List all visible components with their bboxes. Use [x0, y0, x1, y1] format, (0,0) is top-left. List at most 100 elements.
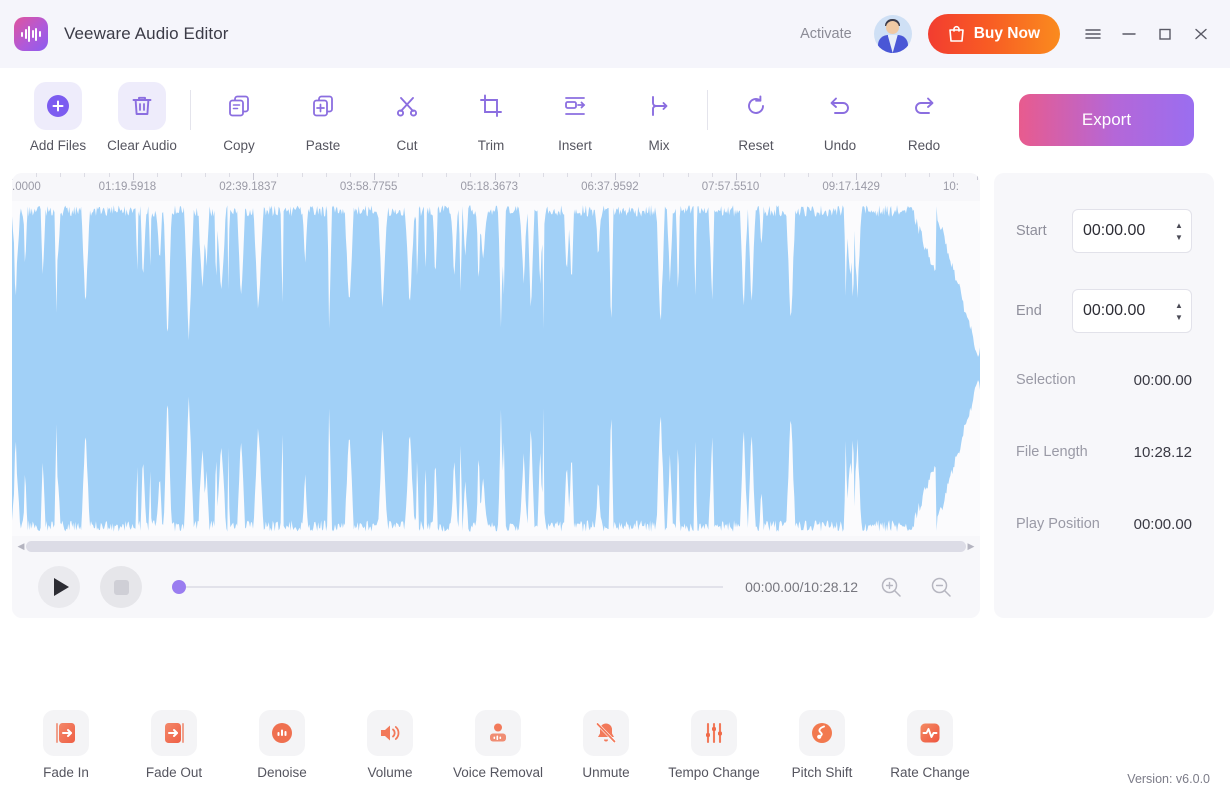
toolbar-item-reset[interactable]: Reset [714, 82, 798, 153]
zoom-out-icon[interactable] [924, 570, 958, 604]
effect-rate-change[interactable]: Rate Change [888, 710, 972, 780]
end-label: End [1016, 303, 1042, 319]
close-icon[interactable] [1186, 19, 1216, 49]
toolbar-item-trim[interactable]: Trim [449, 82, 533, 153]
ruler-tick-minor [808, 173, 810, 177]
buy-now-label: Buy Now [973, 25, 1040, 42]
waveform-scrollbar[interactable]: ◀ ▶ [12, 536, 980, 556]
play-button[interactable] [38, 566, 80, 608]
ruler-tick-minor [904, 173, 906, 177]
version-label: Version: v6.0.0 [1127, 772, 1210, 786]
toolbar-label: Copy [223, 138, 255, 153]
start-input[interactable] [1083, 222, 1175, 240]
ruler-tick-minor [229, 173, 231, 177]
scrollbar-thumb[interactable] [26, 540, 966, 552]
time-display: 00:00.00/10:28.12 [745, 579, 858, 595]
end-decrement-icon[interactable]: ▼ [1175, 313, 1183, 321]
start-increment-icon[interactable]: ▲ [1175, 221, 1183, 229]
toolbar-item-add-files[interactable]: Add Files [16, 82, 100, 153]
zoom-in-icon[interactable] [874, 570, 908, 604]
start-stepper[interactable]: ▲ ▼ [1072, 209, 1192, 253]
scissors-icon [383, 82, 431, 130]
ruler-tick [735, 173, 737, 180]
waveform-canvas[interactable] [12, 201, 980, 536]
hamburger-menu-icon[interactable] [1078, 19, 1108, 49]
activate-link[interactable]: Activate [800, 26, 852, 42]
toolbar-item-paste[interactable]: Paste [281, 82, 365, 153]
seek-handle[interactable] [172, 580, 186, 594]
toolbar-item-mix[interactable]: Mix [617, 82, 701, 153]
effect-label: Unmute [582, 765, 630, 780]
plus-circle-icon [34, 82, 82, 130]
play-position-row: Play Position 00:00.00 [1016, 509, 1192, 539]
shopping-bag-icon [948, 25, 964, 42]
timeline-ruler[interactable]: .0000 01:19.5918 02:39.1837 03:58.7755 05:18… [12, 173, 980, 201]
ruler-tick-minor [784, 173, 785, 177]
effects-bar: Fade In Fade Out Denoise Volume Voice Re… [0, 696, 1230, 800]
effect-volume[interactable]: Volume [348, 710, 432, 780]
ruler-tick-minor [880, 173, 882, 177]
end-increment-icon[interactable]: ▲ [1175, 301, 1183, 309]
file-length-label: File Length [1016, 444, 1088, 460]
effect-tempo-change[interactable]: Tempo Change [668, 710, 760, 780]
stop-button[interactable] [100, 566, 142, 608]
effect-fade-in[interactable]: Fade In [24, 710, 108, 780]
toolbar-item-cut[interactable]: Cut [365, 82, 449, 153]
effect-fade-out[interactable]: Fade Out [132, 710, 216, 780]
toolbar-label: Insert [558, 138, 592, 153]
effect-label: Voice Removal [452, 765, 544, 780]
seek-track [172, 586, 724, 588]
avatar[interactable] [873, 15, 912, 53]
ruler-tick-minor [566, 173, 568, 177]
waveform-logo-icon [14, 17, 48, 51]
scroll-right-arrow-icon[interactable]: ▶ [966, 541, 976, 552]
file-length-value: 10:28.12 [1133, 443, 1192, 461]
ruler-tick [373, 173, 375, 180]
seek-slider[interactable] [172, 580, 724, 594]
effect-denoise[interactable]: Denoise [240, 710, 324, 780]
maximize-icon[interactable] [1150, 19, 1180, 49]
ruler-tick [12, 173, 13, 180]
toolbar-item-clear-audio[interactable]: Clear Audio [100, 82, 184, 153]
toolbar-divider [707, 90, 708, 130]
trash-icon [118, 82, 166, 130]
toolbar-item-undo[interactable]: Undo [798, 82, 882, 153]
properties-panel: Start ▲ ▼ End ▲ ▼ [994, 173, 1214, 618]
reset-icon [732, 82, 780, 130]
minimize-icon[interactable] [1114, 19, 1144, 49]
effect-voice-removal[interactable]: Voice Removal [452, 710, 544, 780]
toolbar-label: Redo [907, 138, 941, 153]
effect-unmute[interactable]: Unmute [564, 710, 648, 780]
fade-out-icon [151, 710, 197, 756]
pulse-icon [907, 710, 953, 756]
buy-now-button[interactable]: Buy Now [927, 14, 1060, 54]
ruler-tick [977, 173, 978, 180]
toolbar-item-copy[interactable]: Copy [197, 82, 281, 153]
start-decrement-icon[interactable]: ▼ [1175, 233, 1183, 241]
effect-pitch-shift[interactable]: Pitch Shift [780, 710, 864, 780]
voice-removal-icon [475, 710, 521, 756]
ruler-tick-minor [518, 173, 520, 177]
toolbar-label: Add Files [29, 138, 87, 153]
export-button[interactable]: Export [1019, 94, 1194, 146]
ruler-tick [856, 173, 858, 180]
effect-label: Denoise [257, 765, 307, 780]
ruler-tick [132, 173, 134, 180]
redo-icon [900, 82, 948, 130]
ruler-tick-minor [591, 173, 592, 177]
ruler-tick-minor [108, 173, 110, 177]
end-input[interactable] [1083, 302, 1175, 320]
fade-in-icon [43, 710, 89, 756]
effect-label: Fade In [43, 765, 89, 780]
file-length-row: File Length 10:28.12 [1016, 437, 1192, 467]
toolbar-item-redo[interactable]: Redo [882, 82, 966, 153]
scroll-left-arrow-icon[interactable]: ◀ [16, 541, 26, 552]
volume-icon [367, 710, 413, 756]
toolbar-label: Reset [738, 138, 774, 153]
ruler-tick-minor [36, 173, 38, 177]
play-position-label: Play Position [1016, 516, 1100, 532]
ruler-tick-minor [84, 173, 86, 177]
toolbar-item-insert[interactable]: Insert [533, 82, 617, 153]
effect-label: Rate Change [890, 765, 970, 780]
end-stepper[interactable]: ▲ ▼ [1072, 289, 1192, 333]
